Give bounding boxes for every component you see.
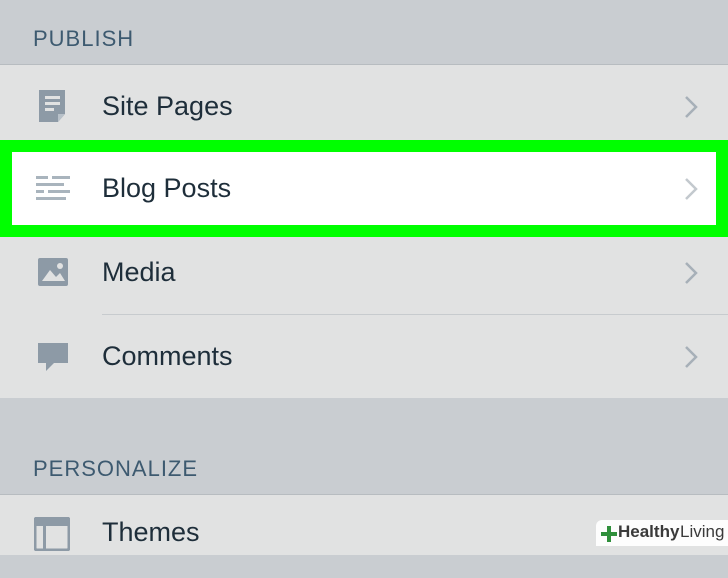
personalize-header-label: PERSONALIZE <box>33 456 199 481</box>
chevron-right-icon <box>685 96 698 118</box>
posts-icon <box>36 176 70 200</box>
plus-leaf-icon <box>601 526 617 542</box>
watermark-text-light: Living <box>680 522 725 541</box>
comments-row[interactable]: Comments <box>0 315 728 398</box>
blog-posts-row[interactable]: Blog Posts <box>12 152 716 225</box>
media-row[interactable]: Media <box>0 231 728 314</box>
comment-icon <box>38 343 68 371</box>
personalize-section-header: PERSONALIZE <box>0 398 728 494</box>
watermark-logo: Healthy Living <box>596 520 728 546</box>
publish-header-label: PUBLISH <box>33 26 135 51</box>
comments-label: Comments <box>102 341 233 371</box>
site-pages-row[interactable]: Site Pages <box>0 65 728 148</box>
watermark-text-bold: Healthy <box>618 522 680 541</box>
chevron-right-icon <box>685 178 698 200</box>
image-icon <box>38 258 68 286</box>
blog-posts-highlight: Blog Posts <box>0 140 728 237</box>
chevron-right-icon <box>685 346 698 368</box>
page-icon <box>39 90 65 122</box>
chevron-right-icon <box>685 262 698 284</box>
site-pages-label: Site Pages <box>102 91 233 121</box>
blog-posts-label: Blog Posts <box>102 173 232 203</box>
media-label: Media <box>102 257 176 287</box>
publish-section-header: PUBLISH <box>0 0 728 64</box>
themes-label: Themes <box>102 517 200 547</box>
